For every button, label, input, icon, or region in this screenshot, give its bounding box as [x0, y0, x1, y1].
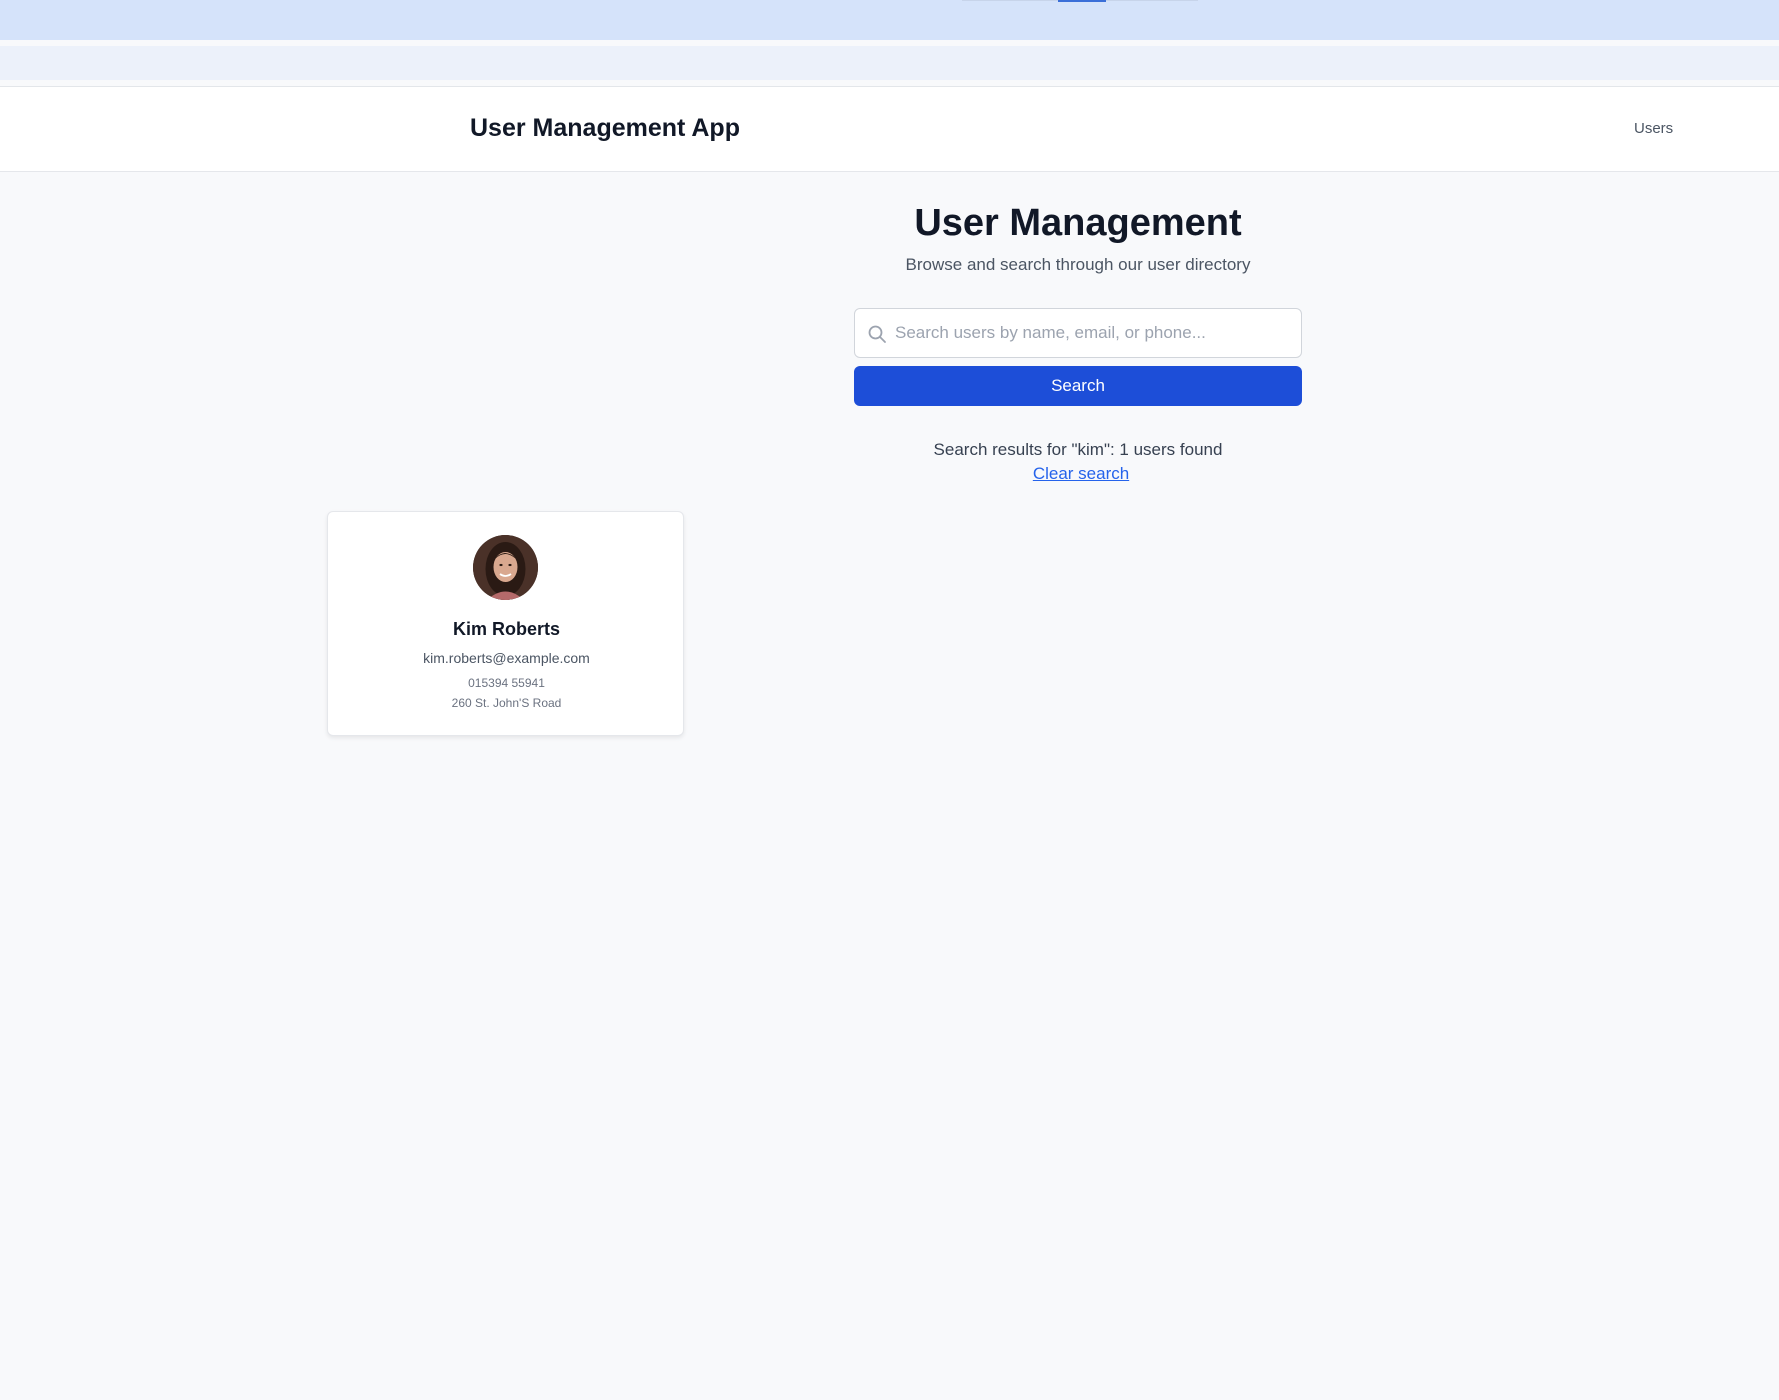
user-name: Kim Roberts	[452, 619, 560, 639]
nav-link-users[interactable]: Users	[1634, 120, 1673, 137]
browser-top-band	[0, 0, 1779, 40]
app-title: User Management App	[470, 114, 740, 142]
page-subtitle: Browse and search through our user direc…	[905, 255, 1251, 274]
search-button[interactable]: Search	[854, 366, 1302, 406]
avatar-image	[473, 535, 538, 600]
browser-sub-band	[0, 46, 1779, 80]
user-phone: 015394 55941	[468, 676, 545, 690]
user-address: 260 St. John'S Road	[451, 696, 562, 710]
avatar	[473, 535, 538, 600]
user-email: kim.roberts@example.com	[423, 650, 590, 666]
user-card[interactable]: Kim Roberts kim.roberts@example.com 0153…	[327, 511, 684, 736]
active-tab-indicator	[1058, 0, 1106, 2]
search-icon	[868, 325, 886, 343]
app-header: User Management App Users	[0, 86, 1779, 172]
search-results-summary: Search results for "kim": 1 users found	[933, 440, 1223, 459]
search-input[interactable]	[895, 309, 1295, 357]
search-box	[854, 308, 1302, 358]
clear-search-link[interactable]: Clear search	[0, 464, 1779, 484]
page-title: User Management	[914, 202, 1242, 244]
